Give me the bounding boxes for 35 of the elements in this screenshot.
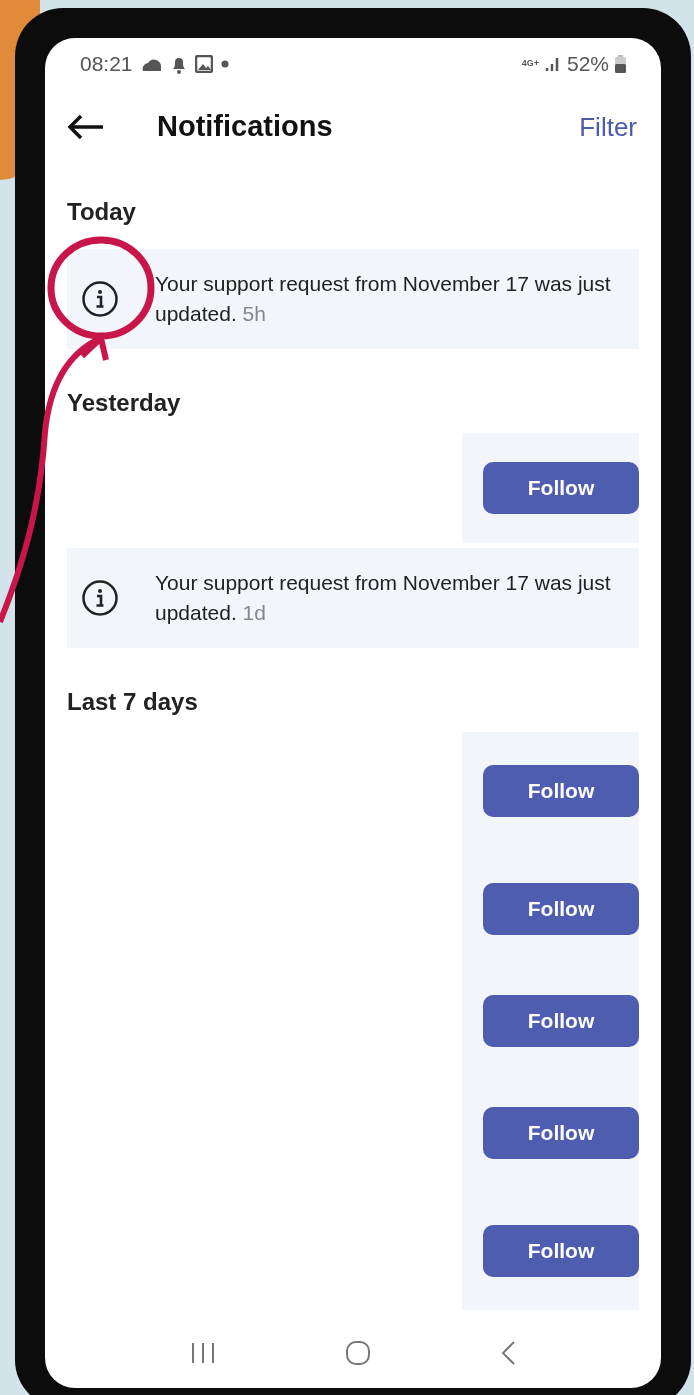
section-heading: Last 7 days bbox=[66, 687, 199, 717]
cloud-icon bbox=[140, 57, 163, 71]
battery-icon bbox=[615, 55, 626, 73]
dot-icon bbox=[220, 60, 229, 68]
back-icon[interactable] bbox=[500, 1340, 517, 1366]
page-title: Notifications bbox=[157, 109, 334, 145]
back-arrow-icon[interactable] bbox=[67, 114, 105, 140]
follow-button[interactable]: Follow bbox=[483, 994, 639, 1047]
notification-row[interactable]: Follow bbox=[67, 1073, 639, 1192]
section-heading: Today bbox=[66, 197, 137, 227]
notification-row[interactable]: Follow bbox=[67, 433, 639, 543]
info-icon bbox=[81, 280, 119, 318]
battery-level: 52% bbox=[566, 51, 609, 78]
notification-text: Your support request from November 17 was just updated. 5h bbox=[155, 271, 612, 327]
follow-button[interactable]: Follow bbox=[483, 1225, 639, 1277]
follow-button[interactable]: Follow bbox=[483, 883, 639, 935]
signal-icon bbox=[544, 56, 561, 72]
notification-row[interactable]: Your support request from November 17 was just updated. 5h bbox=[67, 249, 639, 349]
notification-text: Your support request from November 17 was just updated. 1d bbox=[155, 570, 612, 626]
notification-row[interactable]: Follow bbox=[67, 732, 639, 850]
section-heading: Yesterday bbox=[66, 388, 182, 418]
filter-button[interactable]: Filter bbox=[579, 107, 637, 147]
follow-button[interactable]: Follow bbox=[483, 1106, 639, 1159]
follow-button[interactable]: Follow bbox=[483, 462, 639, 514]
network-label: 4G+ bbox=[521, 57, 539, 71]
notification-row[interactable]: Follow bbox=[67, 850, 639, 968]
notification-row[interactable]: Follow bbox=[67, 968, 639, 1073]
status-time: 08:21 bbox=[80, 51, 133, 78]
notification-row[interactable]: Follow bbox=[67, 1192, 639, 1310]
follow-button[interactable]: Follow bbox=[483, 765, 639, 817]
info-icon bbox=[81, 579, 119, 617]
image-icon bbox=[194, 55, 213, 73]
recent-apps-icon[interactable] bbox=[189, 1341, 216, 1365]
home-icon[interactable] bbox=[345, 1340, 371, 1366]
notification-row[interactable]: Your support request from November 17 was just updated. 1d bbox=[67, 548, 639, 648]
